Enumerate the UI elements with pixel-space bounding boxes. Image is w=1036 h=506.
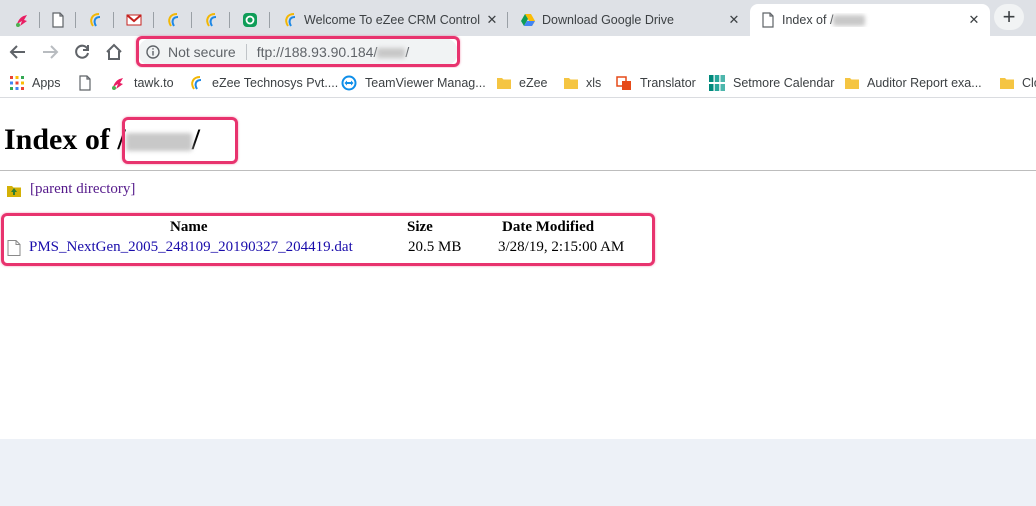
folder-icon — [1000, 78, 1014, 89]
bookmark-folder-auditor[interactable]: Auditor Report exa... — [845, 74, 982, 92]
home-button[interactable] — [102, 40, 126, 64]
parent-directory-link[interactable]: [parent directory] — [30, 181, 135, 198]
close-tab-icon[interactable]: ✕ — [484, 12, 500, 28]
ezee-icon — [87, 12, 103, 28]
tab-gmail[interactable] — [114, 4, 154, 36]
page-icon — [760, 12, 776, 28]
bookmark-tawk[interactable]: tawk.to — [110, 74, 174, 92]
parent-directory-row: [parent directory] — [6, 181, 135, 198]
setmore-icon — [709, 75, 725, 91]
address-bar[interactable]: Not secure ftp://188.93.90.184// — [138, 38, 458, 66]
bookmarks-bar: Apps tawk.to eZee Technosys Pvt.... Team… — [0, 68, 1036, 98]
tab-title: Download Google Drive — [542, 13, 675, 27]
up-folder-icon — [7, 185, 21, 197]
bookmark-label: Apps — [32, 76, 61, 90]
tab-strip: Welcome To eZee CRM Control P ✕ Download… — [0, 0, 1036, 36]
bookmark-folder-xls[interactable]: xls — [564, 74, 601, 92]
security-indicator[interactable]: Not secure — [138, 44, 236, 60]
column-header-name[interactable]: Name — [170, 219, 208, 236]
bookmark-label: Setmore Calendar — [733, 76, 835, 90]
tab-index-of-active[interactable]: Index of / ✕ — [750, 4, 990, 36]
redacted-folder-name — [833, 15, 866, 27]
ezee-icon — [191, 76, 202, 90]
tab-green[interactable] — [230, 4, 270, 36]
file-date-cell: 3/28/19, 2:15:00 AM — [498, 239, 625, 255]
file-icon — [7, 239, 21, 256]
back-arrow-icon — [9, 45, 25, 59]
bookmark-label: eZee Technosys Pvt.... — [212, 76, 339, 90]
bookmark-label: Auditor Report exa... — [867, 76, 982, 90]
bookmark-label: tawk.to — [134, 76, 174, 90]
tab-ezee-crm[interactable]: Welcome To eZee CRM Control P ✕ — [272, 4, 508, 36]
tab-title: Index of / — [776, 13, 966, 27]
folder-icon — [497, 78, 511, 89]
tab-google-drive[interactable]: Download Google Drive ✕ — [510, 4, 750, 36]
url-text: ftp://188.93.90.184// — [256, 44, 410, 60]
translator-icon — [616, 76, 631, 90]
navigation-toolbar: Not secure ftp://188.93.90.184// — [0, 36, 1036, 68]
bookmark-label: Translator — [640, 76, 696, 90]
close-tab-icon[interactable]: ✕ — [966, 12, 982, 28]
page-icon — [79, 75, 91, 91]
bookmark-label: eZee — [519, 76, 548, 90]
bookmark-folder-ezee[interactable]: eZee — [497, 74, 548, 92]
bookmark-apps[interactable]: Apps — [10, 74, 61, 92]
tawk-icon — [112, 78, 123, 90]
not-secure-label: Not secure — [168, 44, 236, 60]
file-link[interactable]: PMS_NextGen_2005_248109_20190327_204419.… — [29, 239, 353, 256]
info-icon — [146, 45, 160, 59]
drive-icon — [520, 12, 536, 28]
bookmark-teamviewer[interactable]: TeamViewer Manag... — [341, 74, 486, 92]
tab-ezee-2[interactable] — [154, 4, 192, 36]
folder-icon — [564, 78, 578, 89]
bookmark-label: TeamViewer Manag... — [365, 76, 486, 90]
bookmark-folder-clo[interactable]: Clo — [1000, 74, 1036, 92]
bookmark-setmore[interactable]: Setmore Calendar — [709, 74, 834, 92]
back-button[interactable] — [6, 40, 30, 64]
bookmark-label: Clo — [1022, 76, 1036, 90]
tab-blank[interactable] — [40, 4, 76, 36]
tab-ezee-3[interactable] — [192, 4, 230, 36]
bookmark-label: xls — [586, 76, 602, 90]
divider — [0, 170, 1036, 171]
tab-tawk[interactable] — [4, 4, 40, 36]
page-title: Index of / / — [4, 123, 201, 156]
folder-icon — [845, 78, 859, 89]
redacted-folder-name — [125, 133, 192, 152]
gmail-icon — [126, 12, 142, 28]
reload-button[interactable] — [70, 40, 94, 64]
bookmark-ezee-technosys[interactable]: eZee Technosys Pvt.... — [188, 74, 338, 92]
bookmark-page[interactable] — [78, 74, 92, 92]
teamviewer-icon — [341, 75, 357, 91]
forward-button[interactable] — [38, 40, 62, 64]
new-tab-button[interactable]: + — [994, 4, 1024, 30]
green-app-icon — [242, 12, 258, 28]
column-header-date-modified[interactable]: Date Modified — [502, 219, 594, 236]
close-tab-icon[interactable]: ✕ — [726, 12, 742, 28]
ezee-icon — [282, 12, 298, 28]
home-icon — [106, 43, 122, 60]
reload-icon — [75, 44, 89, 59]
tawk-icon — [14, 12, 30, 28]
page-icon — [50, 12, 66, 28]
ezee-icon — [203, 12, 219, 28]
redacted-folder-name — [377, 48, 406, 59]
page-content: Index of / / [parent directory] Name Size… — [0, 99, 1036, 439]
page-footer-area — [0, 439, 1036, 506]
file-name-cell: PMS_NextGen_2005_248109_20190327_204419.… — [7, 239, 353, 256]
ezee-icon — [165, 12, 181, 28]
tab-title: Welcome To eZee CRM Control P — [304, 13, 484, 27]
apps-icon — [10, 76, 24, 90]
forward-arrow-icon — [43, 45, 59, 59]
file-size-cell: 20.5 MB — [408, 239, 462, 255]
column-header-size[interactable]: Size — [407, 219, 433, 236]
bookmark-translator[interactable]: Translator — [616, 74, 696, 92]
tab-ezee-1[interactable] — [76, 4, 114, 36]
